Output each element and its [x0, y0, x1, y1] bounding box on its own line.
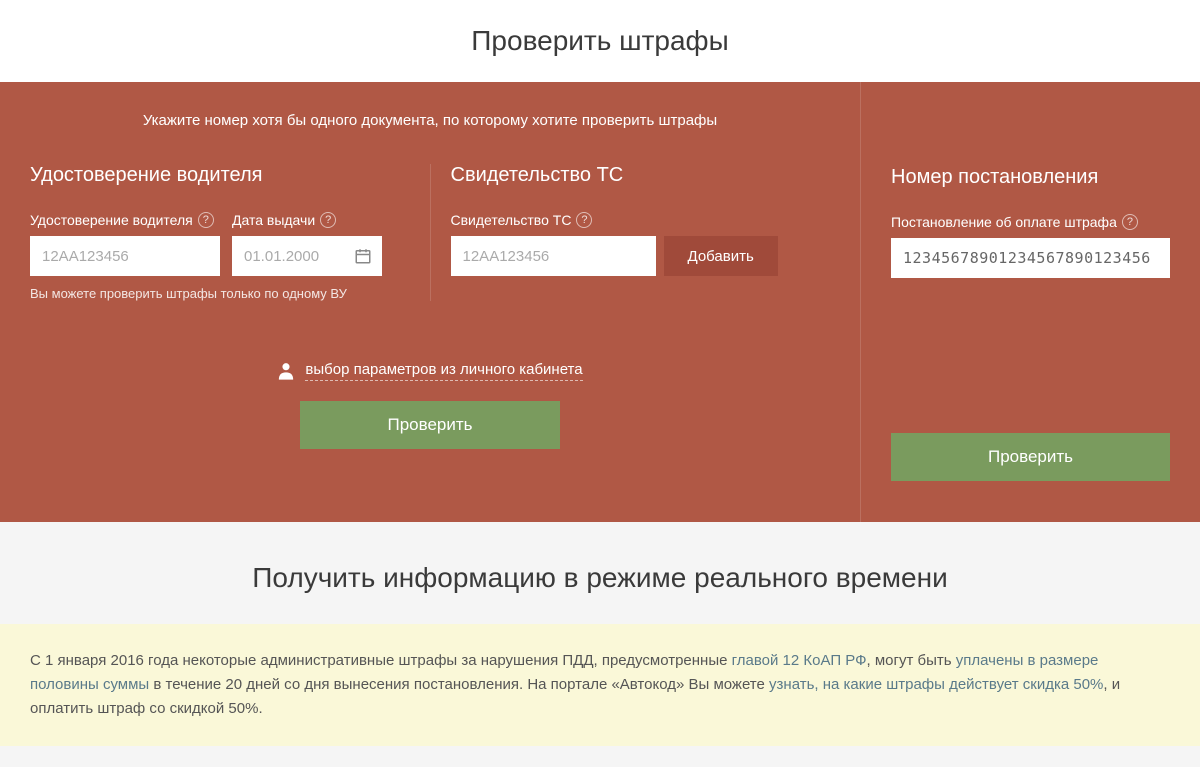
driver-license-title: Удостоверение водителя: [30, 164, 410, 187]
date-field-group: Дата выдачи ?: [232, 212, 382, 276]
license-input[interactable]: [30, 236, 220, 276]
profile-link-text[interactable]: выбор параметров из личного кабинета: [305, 361, 582, 381]
help-icon[interactable]: ?: [320, 212, 336, 228]
license-label: Удостоверение водителя ?: [30, 212, 220, 228]
help-icon[interactable]: ?: [198, 212, 214, 228]
certificate-input-row: Добавить: [451, 236, 831, 276]
check-button-left[interactable]: Проверить: [300, 401, 560, 449]
add-button[interactable]: Добавить: [664, 236, 778, 276]
certificate-section: Свидетельство ТС Свидетельство ТС ? Доба…: [430, 164, 831, 301]
info-title: Получить информацию в режиме реального в…: [0, 522, 1200, 624]
resolution-label-text: Постановление об оплате штрафа: [891, 214, 1117, 230]
info-box: С 1 января 2016 года некоторые администр…: [0, 624, 1200, 746]
date-input-wrap: [232, 236, 382, 276]
left-panel: Укажите номер хотя бы одного документа, …: [0, 82, 860, 522]
resolution-label: Постановление об оплате штрафа ?: [891, 214, 1170, 230]
profile-link: выбор параметров из личного кабинета: [30, 361, 830, 381]
person-icon: [277, 361, 295, 381]
calendar-icon[interactable]: [354, 247, 372, 265]
form-panel: Укажите номер хотя бы одного документа, …: [0, 82, 1200, 522]
resolution-input[interactable]: [891, 238, 1170, 278]
section-row: Удостоверение водителя Удостоверение вод…: [30, 164, 830, 301]
check-button-right[interactable]: Проверить: [891, 433, 1170, 481]
driver-license-section: Удостоверение водителя Удостоверение вод…: [30, 164, 430, 301]
license-hint: Вы можете проверить штрафы только по одн…: [30, 286, 410, 301]
certificate-title: Свидетельство ТС: [451, 164, 831, 187]
resolution-field-group: Постановление об оплате штрафа ?: [891, 214, 1170, 278]
info-link-3[interactable]: узнать, на какие штрафы действует скидка…: [769, 676, 1103, 693]
info-text-1: С 1 января 2016 года некоторые администр…: [30, 652, 732, 669]
license-field-group: Удостоверение водителя ?: [30, 212, 220, 276]
resolution-title: Номер постановления: [891, 166, 1170, 189]
info-link-1[interactable]: главой 12 КоАП РФ: [732, 652, 867, 669]
certificate-input[interactable]: [451, 236, 656, 276]
page-title: Проверить штрафы: [0, 0, 1200, 82]
help-icon[interactable]: ?: [1122, 214, 1138, 230]
certificate-field-group: Свидетельство ТС ? Добавить: [451, 212, 831, 276]
driver-license-fields: Удостоверение водителя ? Дата выдачи ?: [30, 212, 410, 276]
help-icon[interactable]: ?: [576, 212, 592, 228]
certificate-label: Свидетельство ТС ?: [451, 212, 831, 228]
date-label-text: Дата выдачи: [232, 212, 315, 228]
info-text-2: , могут быть: [867, 652, 956, 669]
certificate-label-text: Свидетельство ТС: [451, 212, 572, 228]
date-label: Дата выдачи ?: [232, 212, 382, 228]
info-text-3: в течение 20 дней со дня вынесения поста…: [149, 676, 769, 693]
instruction-text: Укажите номер хотя бы одного документа, …: [30, 112, 830, 129]
license-label-text: Удостоверение водителя: [30, 212, 193, 228]
right-panel: Номер постановления Постановление об опл…: [860, 82, 1200, 522]
